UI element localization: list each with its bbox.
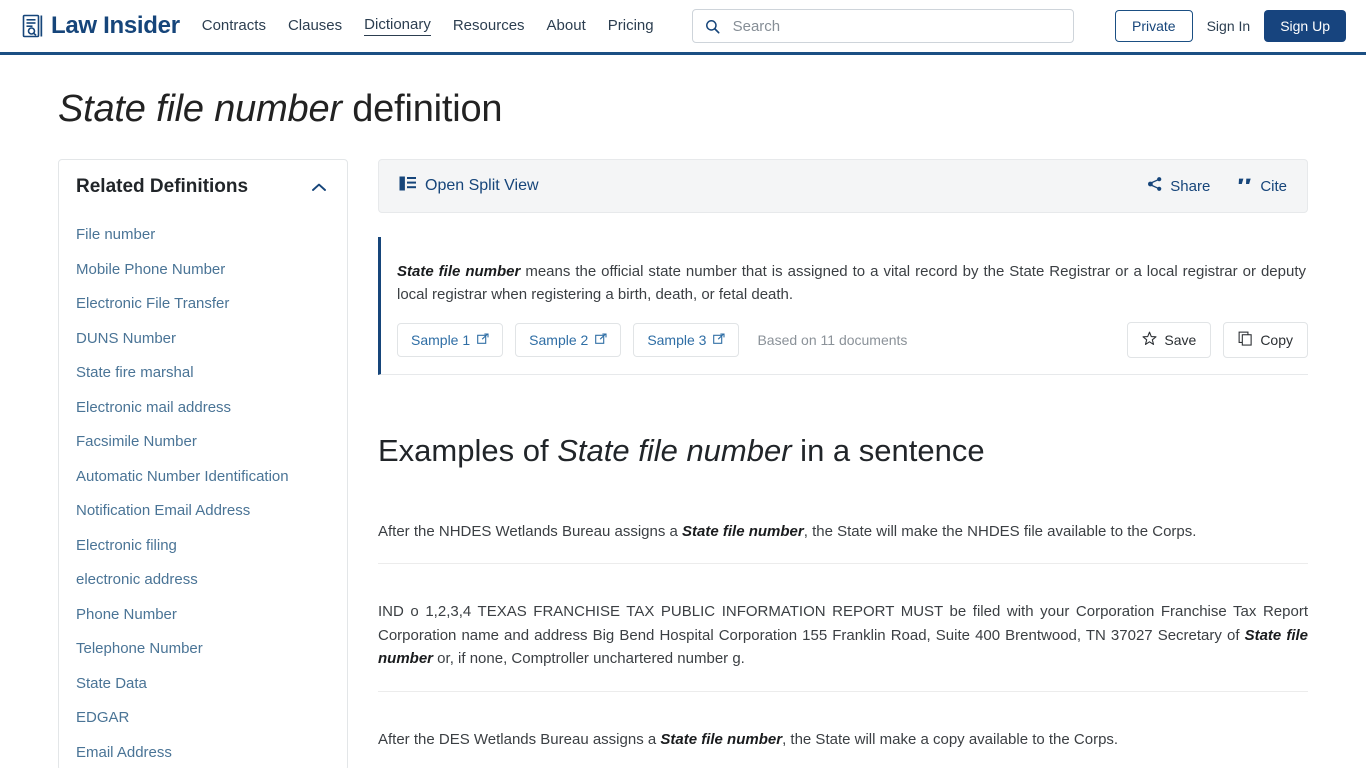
related-definitions-title: Related Definitions: [76, 176, 249, 197]
sample-3-label: Sample 3: [647, 332, 707, 348]
external-link-icon: [595, 332, 607, 348]
sidebar-item-state-fire-marshal[interactable]: State fire marshal: [76, 356, 330, 391]
save-label: Save: [1164, 332, 1197, 348]
definition-secondary-actions: Save Copy: [1127, 322, 1308, 358]
sidebar-item-electronic-address[interactable]: electronic address: [76, 563, 330, 598]
document-search-icon: [20, 13, 44, 39]
brand-logo[interactable]: Law Insider: [20, 12, 180, 40]
example-term: State file number: [682, 522, 804, 540]
share-button[interactable]: Share: [1147, 176, 1210, 196]
related-definitions-header[interactable]: Related Definitions: [76, 176, 330, 198]
related-definitions-panel: Related Definitions File number Mobile P…: [58, 159, 348, 768]
example-post: , the State will make a copy available t…: [782, 730, 1119, 748]
sidebar-item-electronic-filing[interactable]: Electronic filing: [76, 529, 330, 564]
site-header: Law Insider Contracts Clauses Dictionary…: [0, 0, 1366, 55]
example-sentence: After the DES Wetlands Bureau assigns a …: [378, 707, 1308, 768]
cite-label: Cite: [1260, 177, 1287, 195]
examples-heading: Examples of State file number in a sente…: [378, 433, 1308, 469]
copy-label: Copy: [1260, 332, 1293, 348]
sidebar-item-file-number[interactable]: File number: [76, 218, 330, 253]
nav-item-about[interactable]: About: [547, 17, 586, 36]
external-link-icon: [713, 332, 726, 348]
sidebar-item-electronic-mail-address[interactable]: Electronic mail address: [76, 391, 330, 426]
header-actions: Private Sign In Sign Up: [1115, 10, 1346, 42]
sample-3-button[interactable]: Sample 3: [633, 323, 740, 357]
sidebar-item-email-address[interactable]: Email Address: [76, 736, 330, 768]
example-sentence: IND o 1,2,3,4 TEXAS FRANCHISE TAX PUBLIC…: [378, 579, 1308, 692]
open-split-view-button[interactable]: Open Split View: [399, 176, 539, 196]
main-content: Open Split View Share Cite State file nu…: [378, 159, 1308, 768]
example-sentence: After the NHDES Wetlands Bureau assigns …: [378, 495, 1308, 565]
sidebar-item-state-data[interactable]: State Data: [76, 667, 330, 702]
save-button[interactable]: Save: [1127, 322, 1212, 358]
search-input[interactable]: [730, 16, 1061, 36]
example-pre: After the NHDES Wetlands Bureau assigns …: [378, 522, 683, 540]
sign-up-button[interactable]: Sign Up: [1264, 10, 1346, 42]
external-link-icon: [477, 332, 489, 348]
brand-name: Law Insider: [51, 12, 180, 39]
example-pre: After the DES Wetlands Bureau assigns a: [378, 730, 661, 748]
examples-heading-term: State file number: [557, 433, 792, 468]
page-title-suffix: definition: [341, 88, 503, 130]
sign-in-link[interactable]: Sign In: [1207, 18, 1251, 34]
sidebar-item-phone-number[interactable]: Phone Number: [76, 598, 330, 633]
sample-2-button[interactable]: Sample 2: [515, 323, 622, 357]
definition-text: State file number means the official sta…: [397, 260, 1308, 306]
example-term: State file number: [660, 730, 783, 748]
quote-icon: [1238, 177, 1253, 195]
page-title-term: State file number: [58, 88, 342, 130]
definition-card: State file number means the official sta…: [378, 237, 1308, 375]
copy-icon: [1238, 331, 1253, 349]
related-definitions-list: File number Mobile Phone Number Electron…: [76, 218, 330, 768]
sample-1-label: Sample 1: [411, 332, 471, 348]
nav-item-clauses[interactable]: Clauses: [288, 17, 342, 36]
toolbar-actions: Share Cite: [1147, 176, 1287, 196]
page-layout: Related Definitions File number Mobile P…: [0, 159, 1366, 768]
examples-list: After the NHDES Wetlands Bureau assigns …: [378, 495, 1308, 768]
example-post: or, if none, Comptroller unchartered num…: [433, 650, 745, 668]
share-label: Share: [1170, 177, 1211, 195]
sidebar-item-edgar[interactable]: EDGAR: [76, 701, 330, 736]
star-icon: [1142, 331, 1157, 349]
definition-term: State file number: [397, 263, 521, 280]
definition-body: means the official state number that is …: [397, 263, 1306, 303]
definition-toolbar: Open Split View Share Cite: [378, 159, 1308, 213]
chevron-up-icon[interactable]: [312, 183, 330, 192]
share-icon: [1147, 176, 1163, 196]
main-nav: Contracts Clauses Dictionary Resources A…: [202, 16, 654, 36]
nav-item-pricing[interactable]: Pricing: [608, 17, 654, 36]
sidebar-item-duns-number[interactable]: DUNS Number: [76, 322, 330, 357]
nav-item-resources[interactable]: Resources: [453, 17, 525, 36]
examples-heading-prefix: Examples of: [378, 433, 558, 468]
sidebar-item-telephone-number[interactable]: Telephone Number: [76, 632, 330, 667]
sidebar-item-automatic-number-identification[interactable]: Automatic Number Identification: [76, 460, 330, 495]
cite-button[interactable]: Cite: [1238, 177, 1287, 195]
sidebar-item-mobile-phone-number[interactable]: Mobile Phone Number: [76, 253, 330, 288]
sidebar-item-electronic-file-transfer[interactable]: Electronic File Transfer: [76, 287, 330, 322]
search-icon: [705, 19, 720, 34]
nav-item-contracts[interactable]: Contracts: [202, 17, 266, 36]
sidebar-item-facsimile-number[interactable]: Facsimile Number: [76, 425, 330, 460]
page-title: State file number definition: [58, 88, 1366, 131]
copy-button[interactable]: Copy: [1223, 322, 1308, 358]
sidebar-item-notification-email-address[interactable]: Notification Email Address: [76, 494, 330, 529]
search-box[interactable]: [691, 9, 1074, 43]
example-post: , the State will make the NHDES file ava…: [803, 522, 1197, 540]
example-pre: IND o 1,2,3,4 TEXAS FRANCHISE TAX PUBLIC…: [378, 603, 1308, 644]
examples-heading-suffix: in a sentence: [791, 433, 985, 468]
open-split-view-label: Open Split View: [425, 177, 539, 194]
sample-1-button[interactable]: Sample 1: [397, 323, 504, 357]
split-view-icon: [399, 176, 416, 196]
definition-actions: Sample 1 Sample 2 Sample 3 Based on 11 d…: [397, 322, 1308, 358]
private-button[interactable]: Private: [1115, 10, 1193, 42]
nav-item-dictionary[interactable]: Dictionary: [364, 16, 431, 36]
sample-2-label: Sample 2: [529, 332, 589, 348]
based-on-documents: Based on 11 documents: [757, 332, 908, 348]
